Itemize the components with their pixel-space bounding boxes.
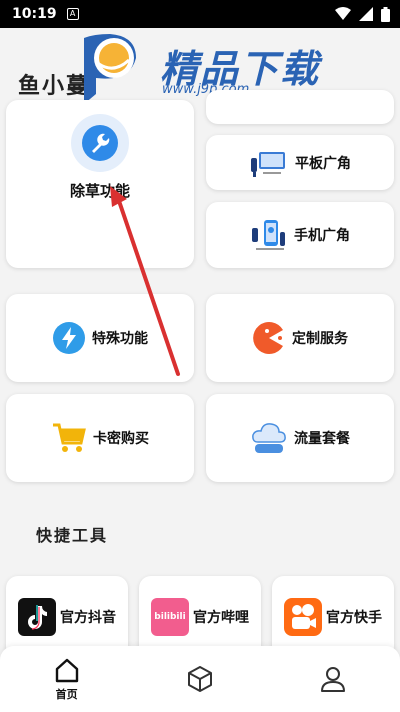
watermark-logo-icon (84, 34, 136, 104)
quick-tools-title: 快捷工具 (36, 526, 109, 545)
hidden-top-card[interactable] (206, 90, 394, 124)
cube-icon (187, 666, 212, 692)
weeding-label: 除草功能 (69, 182, 130, 200)
bottom-nav: 首页 (0, 646, 400, 712)
nav-profile[interactable] (267, 646, 400, 712)
wifi-icon (335, 7, 351, 20)
bilibili-icon: bilibili (151, 598, 189, 636)
pacman-icon (252, 321, 286, 355)
notification-icon: A (66, 8, 79, 20)
bilibili-label: 官方哔哩 (193, 610, 249, 626)
status-icons (335, 6, 390, 22)
nav-home[interactable]: 首页 (0, 646, 133, 712)
data-package-card[interactable]: 流量套餐 (206, 394, 394, 482)
data-package-label: 流量套餐 (294, 431, 350, 447)
home-icon (55, 658, 78, 683)
special-feature-card[interactable]: 特殊功能 (6, 294, 194, 382)
tablet-wide-card[interactable]: 平板广角 (206, 135, 394, 190)
cloud-icon (250, 420, 288, 456)
lightning-icon (52, 321, 86, 355)
phone-icon (250, 218, 288, 252)
douyin-icon (18, 598, 56, 636)
cart-icon (51, 421, 87, 455)
wrench-icon (71, 114, 129, 172)
custom-service-card[interactable]: 定制服务 (206, 294, 394, 382)
card-purchase-label: 卡密购买 (93, 431, 149, 447)
weeding-feature-card[interactable]: 除草功能 (6, 100, 194, 268)
kuaishou-label: 官方快手 (326, 610, 382, 626)
phone-wide-label: 手机广角 (294, 228, 350, 244)
status-bar: 10:19 A (0, 0, 400, 28)
bilibili-icon-text: bilibili (154, 612, 186, 622)
signal-icon (359, 7, 373, 21)
nav-discover[interactable] (133, 646, 266, 712)
kuaishou-icon (284, 598, 322, 636)
battery-icon (381, 6, 390, 22)
phone-wide-card[interactable]: 手机广角 (206, 202, 394, 268)
user-icon (321, 667, 346, 692)
tablet-wide-label: 平板广角 (295, 155, 351, 172)
custom-service-label: 定制服务 (292, 331, 348, 347)
card-purchase-card[interactable]: 卡密购买 (6, 394, 194, 482)
special-feature-label: 特殊功能 (92, 331, 148, 347)
status-time: 10:19 (12, 6, 57, 22)
tablet-icon (249, 148, 289, 178)
nav-home-label: 首页 (55, 688, 78, 701)
douyin-label: 官方抖音 (60, 610, 116, 626)
